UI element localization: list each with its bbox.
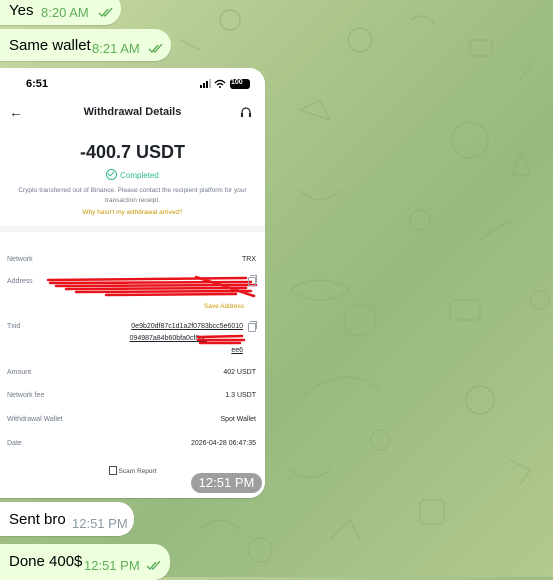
status-completed: Completed: [0, 169, 265, 180]
copy-address-icon[interactable]: [248, 275, 257, 286]
message-text: Same wallet: [9, 37, 91, 54]
message-time: 12:51 PM: [84, 558, 140, 573]
amount-label: Amount: [7, 369, 32, 376]
report-icon: [108, 466, 117, 475]
copy-txid-icon[interactable]: [248, 321, 257, 332]
message-bubble[interactable]: Yes 8:20 AM: [0, 0, 121, 25]
amount-value: 402 USDT: [223, 369, 256, 376]
network-fee-value: 1.3 USDT: [225, 392, 256, 399]
withdrawal-screenshot[interactable]: 6:51 100 ← Withdrawal Details -400.7 USD…: [0, 68, 265, 498]
message-text: Done 400$: [9, 553, 83, 570]
battery-level: 100: [231, 79, 243, 86]
message-bubble[interactable]: Sent bro 12:51 PM: [0, 502, 134, 536]
page-title: Withdrawal Details: [83, 106, 182, 118]
network-label: Network: [7, 256, 33, 263]
txid-label: Txid: [7, 323, 21, 330]
status-bar-time: 6:51: [26, 78, 49, 90]
status-label: Completed: [120, 171, 159, 180]
message-time: 12:51 PM: [72, 516, 128, 531]
read-checkmarks-icon: [98, 8, 113, 18]
message-bubble[interactable]: Done 400$ 12:51 PM: [0, 544, 170, 580]
headset-icon[interactable]: [240, 106, 252, 118]
section-divider: [0, 226, 265, 232]
network-value: TRX: [242, 256, 256, 263]
txid-line-1[interactable]: 0e9b20df87c1d1a2f0783bcc5e6010: [131, 323, 243, 330]
date-value: 2026-04-28 06:47:35: [191, 440, 256, 447]
withdrawal-wallet-label: Withdrawal Wallet: [7, 416, 63, 423]
date-label: Date: [7, 440, 22, 447]
check-circle-icon: [106, 169, 118, 180]
description-text: Crypto transferred out of Binance. Pleas…: [18, 187, 247, 204]
read-checkmarks-icon: [146, 561, 161, 571]
network-fee-label: Network fee: [7, 392, 45, 399]
message-text: Sent bro: [9, 511, 66, 528]
save-address-link[interactable]: Save Address: [204, 303, 244, 310]
message-bubble[interactable]: Same wallet 8:21 AM: [0, 29, 171, 61]
withdrawal-wallet-value: Spot Wallet: [220, 416, 256, 423]
message-time: 8:21 AM: [92, 41, 140, 56]
scam-report-label: Scam Report: [118, 468, 157, 475]
photo-time-badge: 12:51 PM: [191, 473, 262, 493]
photo-message[interactable]: 6:51 100 ← Withdrawal Details -400.7 USD…: [0, 68, 265, 498]
txid-line-3[interactable]: ee6: [231, 347, 243, 354]
message-text: Yes: [9, 2, 34, 19]
withdrawal-amount: -400.7 USDT: [79, 142, 186, 162]
status-bar-icons: [200, 79, 250, 89]
message-time: 8:20 AM: [41, 5, 89, 20]
read-checkmarks-icon: [148, 44, 163, 54]
address-redaction-scribble: [46, 275, 258, 298]
address-label: Address: [7, 278, 33, 285]
txid-redaction-scribble: [196, 334, 246, 345]
why-not-arrived-link[interactable]: Why hasn't my withdrawal arrived?: [0, 209, 265, 216]
